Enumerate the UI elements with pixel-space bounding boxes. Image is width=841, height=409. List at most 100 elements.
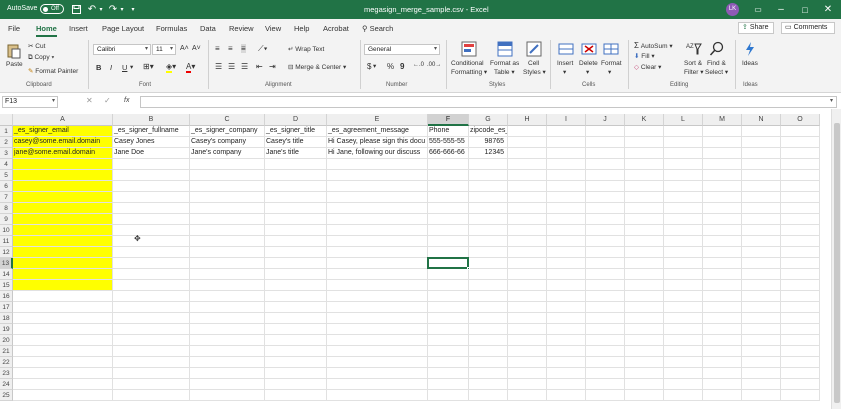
- cell-b20[interactable]: [113, 335, 190, 346]
- minimize-icon[interactable]: –: [775, 2, 787, 17]
- cell-a3[interactable]: jane@some.email.domain: [13, 148, 113, 159]
- cell-n13[interactable]: [742, 258, 781, 269]
- cell-a18[interactable]: [13, 313, 113, 324]
- cell-g15[interactable]: [469, 280, 508, 291]
- column-header-i[interactable]: I: [547, 114, 586, 126]
- cell-k1[interactable]: [625, 126, 664, 137]
- cell-l22[interactable]: [664, 357, 703, 368]
- cell-n20[interactable]: [742, 335, 781, 346]
- cell-o7[interactable]: [781, 192, 820, 203]
- cell-i8[interactable]: [547, 203, 586, 214]
- cell-j18[interactable]: [586, 313, 625, 324]
- cell-m23[interactable]: [703, 368, 742, 379]
- cell-e24[interactable]: [327, 379, 428, 390]
- cell-h13[interactable]: [508, 258, 547, 269]
- cell-g12[interactable]: [469, 247, 508, 258]
- cell-g19[interactable]: [469, 324, 508, 335]
- cell-m20[interactable]: [703, 335, 742, 346]
- align-left-icon[interactable]: ☰: [215, 62, 222, 71]
- cell-b21[interactable]: [113, 346, 190, 357]
- row-header-3[interactable]: 3: [0, 148, 13, 159]
- cell-j24[interactable]: [586, 379, 625, 390]
- cell-o25[interactable]: [781, 390, 820, 401]
- cell-j11[interactable]: [586, 236, 625, 247]
- cell-a22[interactable]: [13, 357, 113, 368]
- ideas-icon[interactable]: [742, 41, 758, 57]
- cell-g13[interactable]: [469, 258, 508, 269]
- cell-m14[interactable]: [703, 269, 742, 280]
- cell-n18[interactable]: [742, 313, 781, 324]
- cell-h20[interactable]: [508, 335, 547, 346]
- cell-h21[interactable]: [508, 346, 547, 357]
- cell-b24[interactable]: [113, 379, 190, 390]
- conditional-formatting-sublabel[interactable]: Formatting ▾: [451, 68, 487, 76]
- cell-d12[interactable]: [265, 247, 327, 258]
- conditional-formatting-label[interactable]: Conditional: [451, 60, 484, 67]
- cell-a11[interactable]: [13, 236, 113, 247]
- cell-c10[interactable]: [190, 225, 265, 236]
- cell-f18[interactable]: [428, 313, 469, 324]
- cell-e18[interactable]: [327, 313, 428, 324]
- cell-m24[interactable]: [703, 379, 742, 390]
- cell-l23[interactable]: [664, 368, 703, 379]
- cell-d8[interactable]: [265, 203, 327, 214]
- cell-o8[interactable]: [781, 203, 820, 214]
- cell-m4[interactable]: [703, 159, 742, 170]
- row-header-9[interactable]: 9: [0, 214, 13, 225]
- confirm-edit-icon[interactable]: ✓: [104, 96, 111, 105]
- column-header-a[interactable]: A: [13, 114, 113, 126]
- row-header-14[interactable]: 14: [0, 269, 13, 280]
- cell-c20[interactable]: [190, 335, 265, 346]
- cell-h10[interactable]: [508, 225, 547, 236]
- cell-n23[interactable]: [742, 368, 781, 379]
- cell-c22[interactable]: [190, 357, 265, 368]
- cell-d7[interactable]: [265, 192, 327, 203]
- cell-b17[interactable]: [113, 302, 190, 313]
- underline-button[interactable]: U: [122, 63, 127, 72]
- cell-c23[interactable]: [190, 368, 265, 379]
- borders-icon[interactable]: ⊞▾: [143, 62, 154, 71]
- cell-a7[interactable]: [13, 192, 113, 203]
- cell-f9[interactable]: [428, 214, 469, 225]
- row-header-16[interactable]: 16: [0, 291, 13, 302]
- cell-n5[interactable]: [742, 170, 781, 181]
- cell-m2[interactable]: [703, 137, 742, 148]
- cell-k8[interactable]: [625, 203, 664, 214]
- cell-f14[interactable]: [428, 269, 469, 280]
- cell-d14[interactable]: [265, 269, 327, 280]
- cell-o14[interactable]: [781, 269, 820, 280]
- formula-input[interactable]: [140, 96, 837, 108]
- column-header-g[interactable]: G: [469, 114, 508, 126]
- insert-cells-icon[interactable]: [558, 41, 574, 57]
- cell-f3[interactable]: 666-666-66: [428, 148, 469, 159]
- cell-o9[interactable]: [781, 214, 820, 225]
- cell-m17[interactable]: [703, 302, 742, 313]
- cell-l13[interactable]: [664, 258, 703, 269]
- cell-e9[interactable]: [327, 214, 428, 225]
- tab-help[interactable]: Help: [294, 24, 309, 33]
- cell-g4[interactable]: [469, 159, 508, 170]
- cell-e13[interactable]: [327, 258, 428, 269]
- conditional-formatting-icon[interactable]: [461, 41, 477, 57]
- decrease-indent-icon[interactable]: ⇤: [256, 62, 263, 71]
- cell-i7[interactable]: [547, 192, 586, 203]
- cell-o12[interactable]: [781, 247, 820, 258]
- cell-l15[interactable]: [664, 280, 703, 291]
- cell-e6[interactable]: [327, 181, 428, 192]
- tab-review[interactable]: Review: [229, 24, 254, 33]
- cell-d17[interactable]: [265, 302, 327, 313]
- cell-l5[interactable]: [664, 170, 703, 181]
- cell-e2[interactable]: Hi Casey, please sign this docu: [327, 137, 428, 148]
- cell-b25[interactable]: [113, 390, 190, 401]
- cell-l14[interactable]: [664, 269, 703, 280]
- cell-f17[interactable]: [428, 302, 469, 313]
- cell-b23[interactable]: [113, 368, 190, 379]
- cell-f8[interactable]: [428, 203, 469, 214]
- fill-color-icon[interactable]: ◈▾: [166, 62, 176, 73]
- cell-m12[interactable]: [703, 247, 742, 258]
- cell-c18[interactable]: [190, 313, 265, 324]
- cell-o19[interactable]: [781, 324, 820, 335]
- row-header-7[interactable]: 7: [0, 192, 13, 203]
- cell-g22[interactable]: [469, 357, 508, 368]
- font-name-select[interactable]: Calibri: [93, 44, 151, 55]
